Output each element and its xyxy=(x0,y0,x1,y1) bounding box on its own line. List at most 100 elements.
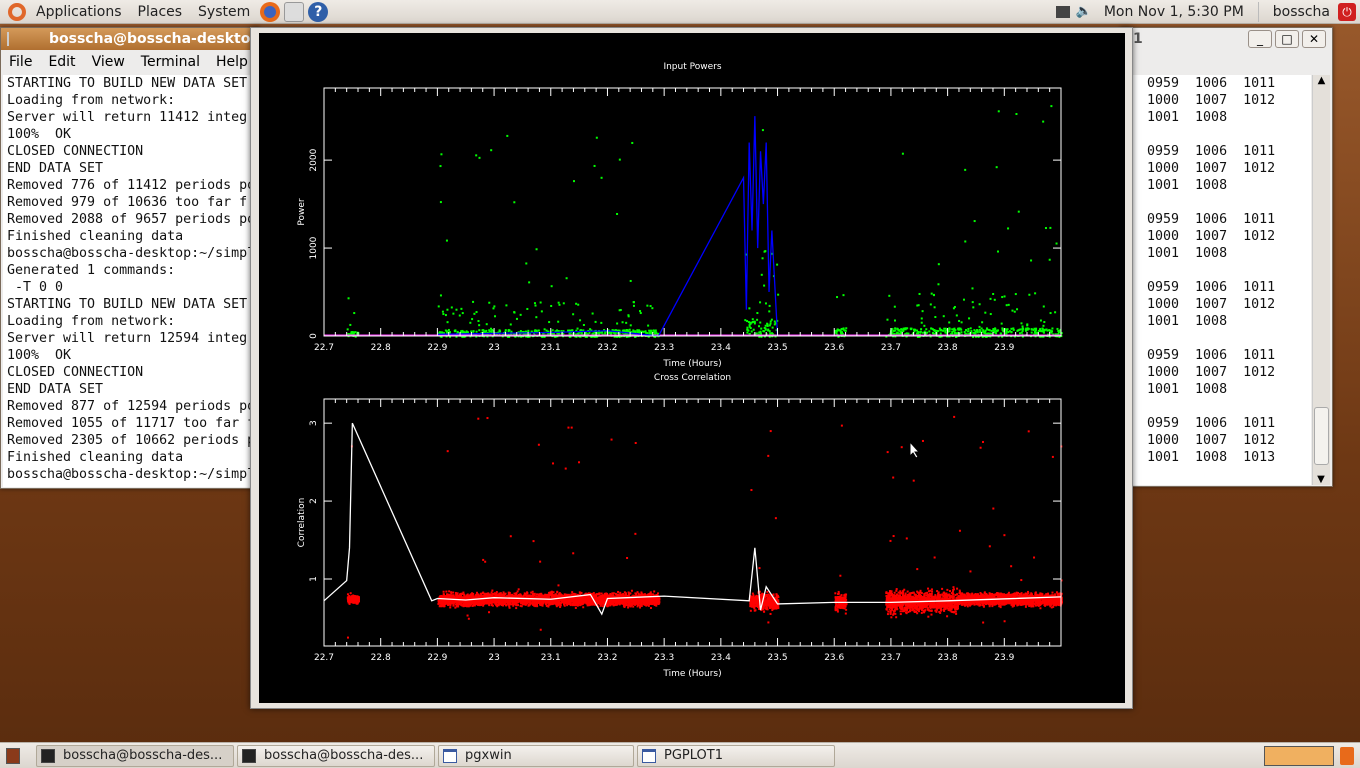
menu-terminal[interactable]: Terminal xyxy=(133,54,208,70)
pgplot-window[interactable]: Input Powers Time (Hours) Power 22.7 22.8 22.… xyxy=(250,27,1133,709)
data-point xyxy=(1034,331,1037,334)
ubuntu-logo-icon[interactable] xyxy=(8,2,26,21)
y-tick-label: 1000 xyxy=(309,236,319,259)
data-point xyxy=(997,110,1000,113)
data-point xyxy=(976,330,979,333)
scroll-down-icon[interactable]: ▼ xyxy=(1313,474,1329,485)
data-point xyxy=(551,602,554,605)
applications-menu[interactable]: Applications xyxy=(28,4,130,20)
data-point xyxy=(507,330,510,333)
data-point xyxy=(1000,322,1003,325)
data-point xyxy=(907,332,910,335)
data-point xyxy=(764,328,767,331)
data-point xyxy=(1011,309,1014,312)
data-point xyxy=(525,262,528,265)
data-point xyxy=(600,595,603,598)
data-point xyxy=(346,328,349,331)
menu-help[interactable]: Help xyxy=(208,54,256,70)
data-point xyxy=(556,591,559,594)
data-point xyxy=(487,592,490,595)
data-point xyxy=(477,320,480,323)
volume-icon[interactable]: 🔈 xyxy=(1076,4,1092,19)
y-tick-label: 2000 xyxy=(309,148,319,171)
data-point xyxy=(1056,327,1059,330)
data-point xyxy=(488,604,491,607)
data-point xyxy=(569,604,572,607)
data-point xyxy=(930,327,933,330)
data-point xyxy=(501,602,504,605)
data-point xyxy=(355,601,358,604)
data-point xyxy=(842,294,845,297)
data-point xyxy=(496,603,499,606)
system-menu[interactable]: System xyxy=(190,4,258,20)
places-menu[interactable]: Places xyxy=(130,4,191,20)
data-point xyxy=(939,332,942,335)
scrollbar[interactable]: ▲ ▼ xyxy=(1312,75,1330,485)
data-point xyxy=(599,602,602,605)
network-icon[interactable] xyxy=(1055,5,1070,18)
mail-icon[interactable] xyxy=(284,1,305,22)
scroll-up-icon[interactable]: ▲ xyxy=(1313,75,1330,93)
terminal-line: Removed 877 of 12594 periods po xyxy=(7,399,256,414)
data-point xyxy=(978,325,981,328)
right-terminal-window[interactable]: 1 _ □ ✕ 5 0959 1006 1011 7 1000 1007 1012 3 … xyxy=(1120,27,1333,487)
data-point xyxy=(624,592,627,595)
data-point xyxy=(1020,322,1023,325)
data-point xyxy=(444,603,447,606)
help-icon[interactable]: ? xyxy=(308,1,329,22)
data-point xyxy=(609,593,612,596)
data-point xyxy=(540,593,543,596)
data-point xyxy=(958,319,961,322)
left-terminal-window[interactable]: bosscha@bosscha-desktop: ~/simple File E… xyxy=(0,27,340,489)
data-point xyxy=(653,602,656,605)
terminal-line: Removed 2305 of 10662 periods p xyxy=(7,433,256,448)
data-point xyxy=(1046,329,1049,332)
data-point xyxy=(346,593,349,596)
data-point xyxy=(1026,324,1029,327)
data-point xyxy=(1001,296,1004,299)
data-point xyxy=(473,604,476,607)
shutdown-icon[interactable]: ⏻ xyxy=(1338,2,1356,21)
data-point xyxy=(350,331,353,334)
plot-canvas[interactable]: Input Powers Time (Hours) Power 22.7 22.8 22.… xyxy=(259,33,1125,703)
data-point xyxy=(776,263,779,266)
data-point xyxy=(616,212,619,215)
data-point xyxy=(1043,329,1046,332)
menu-view[interactable]: View xyxy=(84,54,133,70)
terminal-output[interactable]: 5 0959 1006 1011 7 1000 1007 1012 3 1001 1… xyxy=(1121,75,1311,485)
menu-edit[interactable]: Edit xyxy=(40,54,83,70)
terminal-line: Removed 2088 of 9657 periods po xyxy=(7,212,256,227)
terminal-line: CLOSED CONNECTION xyxy=(7,144,144,159)
data-point xyxy=(648,329,651,332)
terminal-output[interactable]: STARTING TO BUILD NEW DATA SET Loading fr… xyxy=(3,75,259,487)
data-point xyxy=(597,602,600,605)
data-point xyxy=(491,589,494,592)
data-point xyxy=(970,330,973,333)
data-point xyxy=(1050,105,1053,108)
data-point xyxy=(442,593,445,596)
data-point xyxy=(495,594,498,597)
user-menu[interactable]: bosscha xyxy=(1265,4,1338,20)
data-point xyxy=(536,596,539,599)
data-point xyxy=(744,319,747,322)
data-point xyxy=(951,328,954,331)
data-point xyxy=(607,601,610,604)
minimize-button[interactable]: _ xyxy=(1248,30,1272,48)
firefox-icon[interactable] xyxy=(260,1,281,22)
top-panel: Applications Places System ? 🔈 Mon Nov 1… xyxy=(0,0,1360,24)
data-point xyxy=(486,417,489,420)
maximize-button[interactable]: □ xyxy=(1275,30,1299,48)
data-point xyxy=(483,593,486,596)
data-point xyxy=(485,323,488,326)
data-point xyxy=(507,603,510,606)
data-point xyxy=(761,129,764,132)
data-point xyxy=(649,606,652,609)
data-point xyxy=(586,595,589,598)
data-point xyxy=(968,317,971,320)
data-point xyxy=(545,604,548,607)
clock[interactable]: Mon Nov 1, 5:30 PM xyxy=(1096,4,1252,20)
scrollbar-thumb[interactable] xyxy=(1314,407,1329,465)
menu-file[interactable]: File xyxy=(1,54,40,70)
close-button[interactable]: ✕ xyxy=(1302,30,1326,48)
data-point xyxy=(563,593,566,596)
